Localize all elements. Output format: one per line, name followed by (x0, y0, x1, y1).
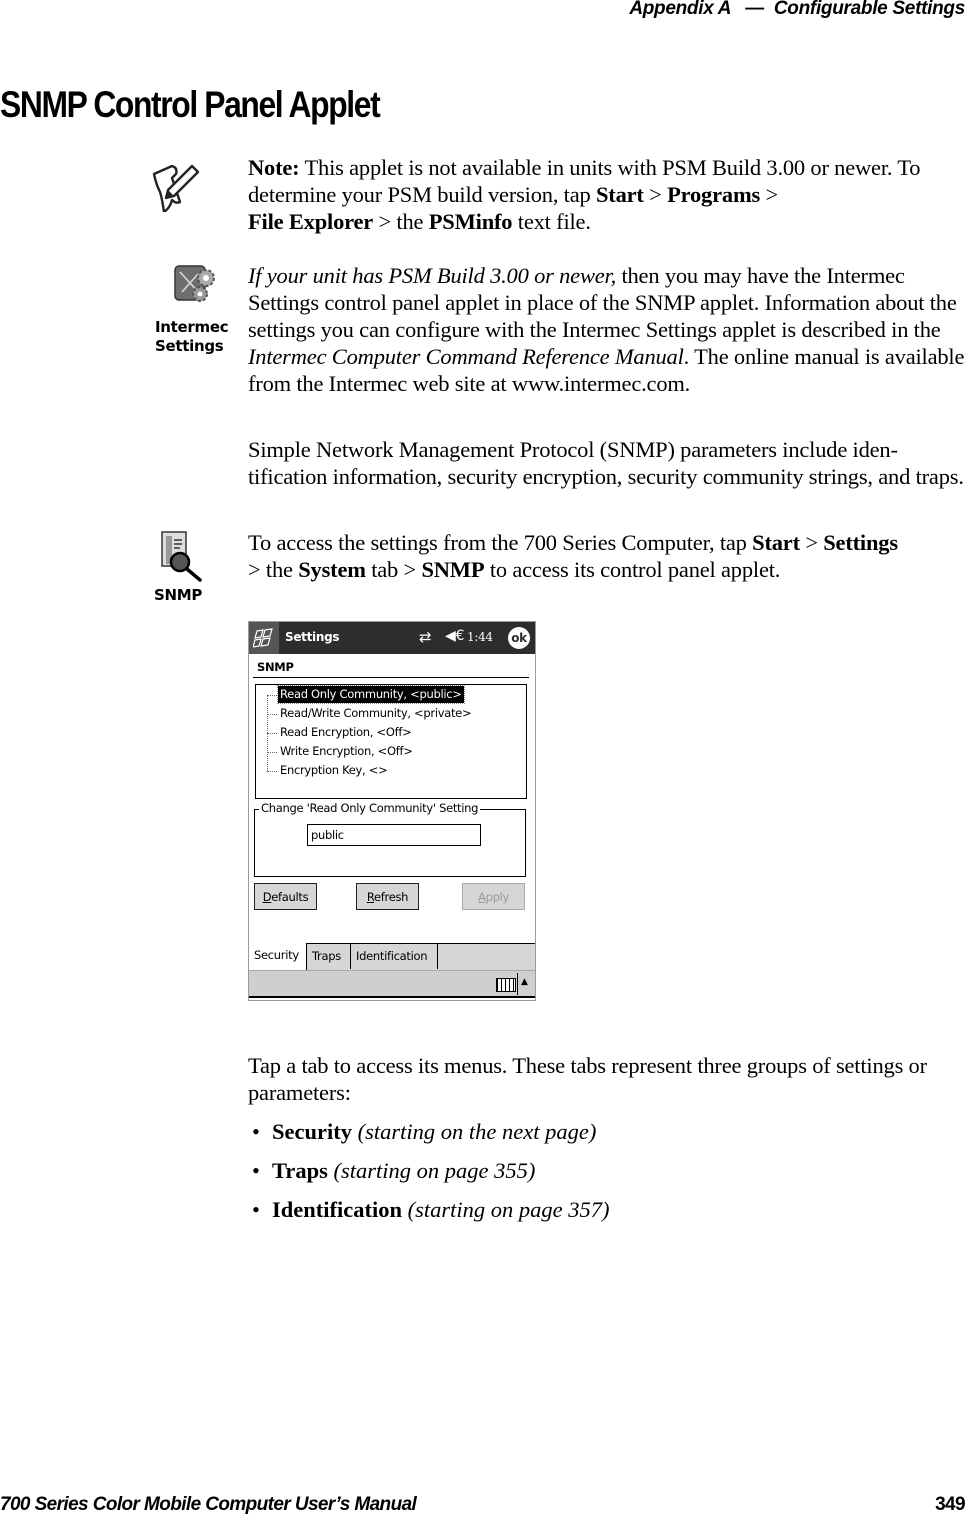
tab-traps[interactable]: Traps (307, 944, 351, 969)
clock[interactable]: 1:44 (467, 630, 493, 644)
tree-connector (267, 714, 277, 715)
button-label: efaults (271, 890, 309, 904)
access-sep: > (799, 530, 824, 555)
item-ref: (starting on the next page) (351, 1119, 597, 1144)
intermec-paragraph: If your unit has PSM Build 3.00 or newer… (248, 262, 967, 397)
note-programs: Programs (667, 182, 761, 207)
list-item: • Identification (starting on page 357) (252, 1193, 610, 1232)
note-sep: > (760, 182, 778, 207)
tab-list: • Security (starting on the next page) • T… (252, 1115, 610, 1232)
button-label: pply (485, 890, 510, 904)
access-settings: Settings (823, 530, 898, 555)
settings-tree[interactable]: Read Only Community, <public> Read/Write… (255, 684, 527, 799)
device-titlebar: Settings ⇄ ◀€ 1:44 ok (249, 622, 535, 654)
caption-line: Intermec (155, 318, 229, 336)
intermec-settings-icon (174, 265, 215, 302)
access-paragraph: To access the settings from the 700 Seri… (248, 529, 967, 583)
tab-security[interactable]: Security (249, 943, 307, 970)
tree-connector (267, 771, 277, 772)
tree-item[interactable]: Read Only Community, <public> (277, 685, 465, 704)
keyboard-icon[interactable] (496, 978, 516, 992)
device-title: Settings (285, 630, 340, 644)
apply-button[interactable]: Apply (462, 883, 525, 910)
access-text: tab > (365, 557, 422, 582)
item-ref: (starting on page 355) (327, 1158, 536, 1183)
note-start-link: Start (595, 182, 644, 207)
snmp-icon-caption: SNMP (154, 586, 203, 604)
connectivity-icon[interactable]: ⇄ (419, 628, 432, 646)
volume-icon[interactable]: ◀€ (445, 628, 464, 644)
header-appendix: Appendix A (629, 0, 732, 19)
snmp-intro-paragraph: Simple Network Management Protocol (SNMP… (248, 437, 964, 489)
mnemonic: R (366, 890, 375, 904)
tree-connector (267, 752, 277, 753)
note-psminfo: PSMinfo (428, 209, 513, 234)
note-text: text file. (512, 209, 591, 234)
tree-item[interactable]: Read/Write Community, <private> (278, 705, 473, 722)
bullet-icon: • (252, 1119, 260, 1144)
applet-section-title: SNMP (257, 660, 294, 674)
item-title: Identification (272, 1197, 403, 1222)
header-chapter: Configurable Settings (773, 0, 965, 19)
footer-manual-title: 700 Series Color Mobile Computer User’s … (0, 1494, 417, 1515)
running-header: Appendix A — Configurable Settings (629, 0, 965, 20)
tab-strip: Security Traps Identification (249, 943, 535, 970)
tree-item[interactable]: Write Encryption, <Off> (278, 743, 415, 760)
mnemonic: A (478, 890, 486, 904)
start-button[interactable] (249, 622, 279, 654)
item-title: Traps (272, 1158, 328, 1183)
list-item: • Traps (starting on page 355) (252, 1154, 610, 1193)
tabs-intro-paragraph: Tap a tab to access its menus. These tab… (248, 1053, 927, 1105)
note-text: > the (373, 209, 429, 234)
mnemonic: D (262, 890, 272, 904)
section-divider (253, 677, 529, 678)
windows-flag-icon (253, 628, 273, 648)
page-title: SNMP Control Panel Applet (0, 84, 381, 125)
tree-item[interactable]: Encryption Key, <> (278, 762, 389, 779)
menu-bar: ▲ (249, 970, 535, 998)
community-input[interactable] (307, 824, 481, 846)
ok-button[interactable]: ok (508, 627, 530, 649)
access-start: Start (752, 530, 800, 555)
note-label: Note: (248, 155, 300, 180)
note-pencil-icon (152, 164, 200, 212)
note-file-explorer: File Explorer (248, 209, 374, 234)
manual-title: Intermec Computer Command Reference Manu… (248, 344, 684, 369)
note-text: This applet is not available in units wi… (248, 155, 921, 207)
group-label: Change 'Read Only Community' Setting (259, 801, 481, 815)
access-text: to access its control panel applet. (484, 557, 781, 582)
list-item: • Security (starting on the next page) (252, 1115, 610, 1154)
divider (517, 973, 518, 995)
button-label: efresh (374, 890, 409, 904)
tree-item[interactable]: Read Encryption, <Off> (278, 724, 413, 741)
header-separator: — (745, 0, 764, 19)
access-snmp: SNMP (421, 557, 485, 582)
tab-identification[interactable]: Identification (351, 944, 438, 969)
device-screenshot: Settings ⇄ ◀€ 1:44 ok SNMP Read Only Com… (248, 621, 536, 1001)
access-text: > the (248, 557, 299, 582)
tree-connector (267, 695, 277, 696)
item-ref: (starting on page 357) (402, 1197, 610, 1222)
input-menu-arrow-icon[interactable]: ▲ (521, 977, 528, 987)
refresh-button[interactable]: Refresh (356, 883, 419, 910)
page-number: 349 (935, 1494, 966, 1515)
tree-connector (267, 733, 277, 734)
note-sep: > (643, 182, 668, 207)
page-footer: 700 Series Color Mobile Computer User’s … (0, 1494, 967, 1520)
intermec-lead: If your unit has PSM Build 3.00 or newer… (248, 263, 617, 288)
access-text: To access the settings from the 700 Seri… (248, 530, 753, 555)
bullet-icon: • (252, 1158, 260, 1183)
intermec-settings-caption: Intermec Settings (155, 318, 229, 356)
caption-line: Settings (155, 337, 224, 355)
snmp-icon (161, 531, 202, 582)
access-system: System (298, 557, 366, 582)
bullet-icon: • (252, 1197, 260, 1222)
item-title: Security (272, 1119, 352, 1144)
change-setting-group: Change 'Read Only Community' Setting (254, 801, 526, 877)
defaults-button[interactable]: Defaults (254, 883, 317, 910)
note-paragraph: Note: This applet is not available in un… (248, 154, 967, 235)
